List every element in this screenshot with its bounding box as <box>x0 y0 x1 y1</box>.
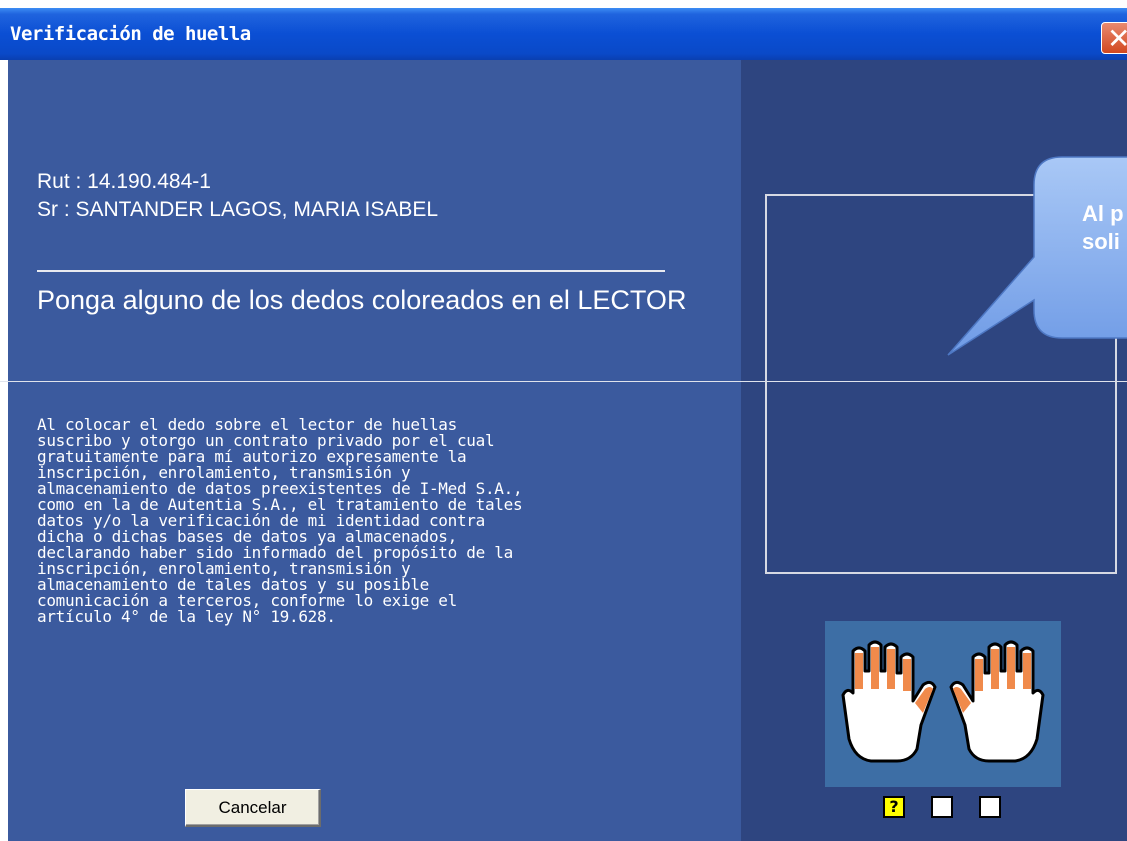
fingerprint-image-area <box>765 194 1117 574</box>
fingerprint-verification-window: Verificación de huella ✕ Rut : 14.190.48… <box>0 0 1127 841</box>
attempt-slot-active: ? <box>883 796 905 818</box>
hands-indicator <box>825 621 1061 787</box>
attempt-slot <box>931 796 953 818</box>
left-hand-icon <box>841 640 937 763</box>
callout-text: Al p soli <box>1082 200 1124 256</box>
instruction-text: Ponga alguno de los dedos coloreados en … <box>37 285 687 315</box>
rut-label: Rut : 14.190.484-1 <box>37 170 211 193</box>
close-button[interactable]: ✕ <box>1101 22 1127 55</box>
callout-line-1: Al p <box>1082 201 1124 226</box>
close-icon: ✕ <box>1107 22 1127 55</box>
callout-line-2: soli <box>1082 229 1120 254</box>
title-bar[interactable]: Verificación de huella ✕ <box>0 8 1127 60</box>
patient-name-label: Sr : SANTANDER LAGOS, MARIA ISABEL <box>37 198 439 221</box>
window-title: Verificación de huella <box>10 23 251 45</box>
divider <box>37 270 665 272</box>
right-hand-icon <box>949 640 1045 763</box>
cancel-button[interactable]: Cancelar <box>185 789 321 827</box>
consent-legal-text: Al colocar el dedo sobre el lector de hu… <box>37 415 523 626</box>
attempt-slot <box>979 796 1001 818</box>
